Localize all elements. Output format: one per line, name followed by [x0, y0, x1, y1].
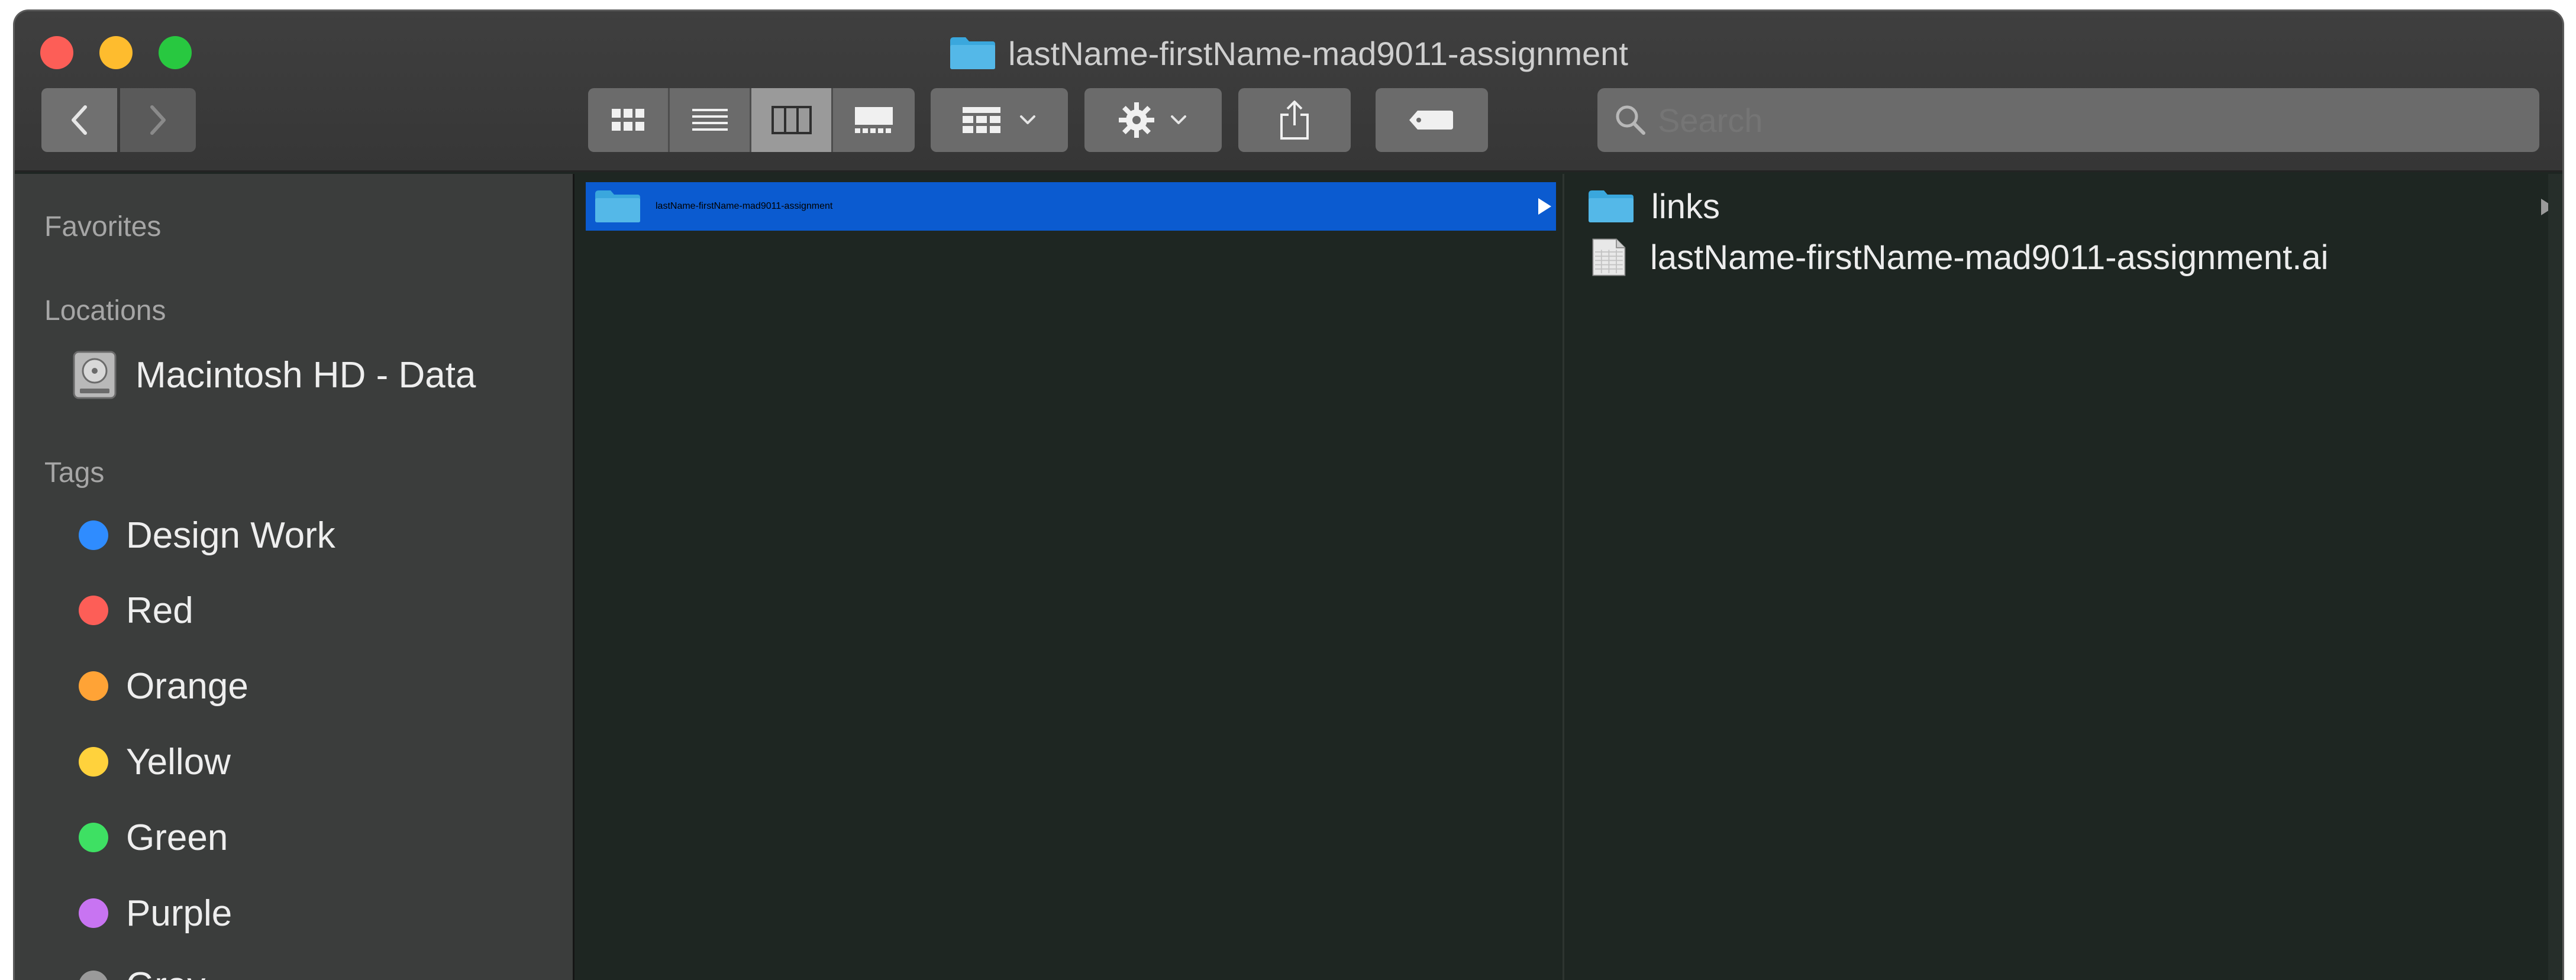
- sidebar: Favorites Locations Macintosh HD - Data …: [15, 174, 574, 980]
- sidebar-tag-orange[interactable]: Orange: [15, 656, 574, 716]
- gallery-view-button[interactable]: [833, 88, 915, 152]
- document-icon: [1592, 238, 1626, 276]
- sidebar-item-label: Design Work: [126, 515, 335, 556]
- tag-color-dot: [79, 971, 108, 980]
- sidebar-item-label: Green: [126, 817, 228, 858]
- view-mode-segmented-control: [587, 88, 915, 152]
- folder-icon: [595, 190, 640, 222]
- favorites-header: Favorites: [44, 211, 162, 242]
- list-view-button[interactable]: [670, 88, 751, 152]
- item-name: links: [1651, 187, 1720, 226]
- hard-disk-icon: [73, 351, 117, 399]
- search-icon: [1616, 105, 1645, 135]
- list-item-ai-file[interactable]: lastName-firstName-mad9011-assignment.ai: [1576, 233, 2558, 282]
- browser-column-2: links lastName-firstName-mad9011-assignm…: [1566, 174, 2562, 980]
- folder-icon: [949, 36, 996, 70]
- tag-color-dot: [79, 671, 108, 701]
- tag-icon: [1409, 111, 1453, 130]
- edit-tags-button[interactable]: [1376, 88, 1488, 152]
- sidebar-item-label: Purple: [126, 892, 233, 934]
- forward-button[interactable]: [120, 88, 196, 152]
- chevron-down-icon: [1020, 115, 1035, 124]
- sidebar-item-label: Orange: [126, 665, 248, 707]
- sidebar-tag-purple[interactable]: Purple: [15, 884, 574, 943]
- tag-color-dot: [79, 823, 108, 852]
- window-title: lastName-firstName-mad9011-assignment: [1008, 34, 1628, 72]
- tag-color-dot: [79, 520, 108, 550]
- share-button[interactable]: [1238, 88, 1351, 152]
- sidebar-item-label: Yellow: [126, 741, 231, 782]
- vertical-scrollbar[interactable]: [2548, 174, 2562, 980]
- sidebar-tag-yellow[interactable]: Yellow: [15, 732, 574, 791]
- sidebar-item-label: Macintosh HD - Data: [135, 354, 476, 396]
- tag-color-dot: [79, 747, 108, 777]
- locations-header: Locations: [44, 295, 166, 326]
- search-input[interactable]: [1658, 101, 2486, 140]
- back-button[interactable]: [41, 88, 117, 152]
- gallery-view-icon: [855, 107, 893, 133]
- window-title-area: lastName-firstName-mad9011-assignment: [15, 33, 2562, 74]
- chevron-down-icon: [1171, 115, 1186, 124]
- action-menu-button[interactable]: [1084, 88, 1222, 152]
- list-view-icon: [692, 109, 728, 131]
- item-name: lastName-firstName-mad9011-assignment.ai: [1650, 238, 2329, 277]
- browser-column-1: lastName-firstName-mad9011-assignment: [576, 174, 1564, 980]
- sidebar-tag-red[interactable]: Red: [15, 581, 574, 640]
- tags-header: Tags: [44, 457, 105, 489]
- sidebar-tag-design-work[interactable]: Design Work: [15, 506, 574, 565]
- sidebar-item-label: Red: [126, 590, 193, 631]
- title-bar: lastName-firstName-mad9011-assignment: [15, 11, 2562, 172]
- disclosure-arrow-icon: [1538, 198, 1551, 215]
- column-view-icon: [771, 106, 812, 134]
- list-item-links-folder[interactable]: links: [1576, 182, 2558, 231]
- sidebar-item-macintosh-hd[interactable]: Macintosh HD - Data: [15, 345, 574, 405]
- chevron-right-icon: [150, 105, 166, 135]
- sidebar-item-label: Gray: [126, 965, 205, 980]
- group-by-button[interactable]: [931, 88, 1068, 152]
- column-view-button[interactable]: [751, 88, 833, 152]
- sidebar-tag-gray[interactable]: Gray: [15, 956, 574, 980]
- tag-color-dot: [79, 898, 108, 928]
- gear-icon: [1119, 102, 1154, 138]
- finder-window: lastName-firstName-mad9011-assignment Se…: [13, 9, 2564, 980]
- share-icon: [1280, 101, 1309, 140]
- tag-color-dot: [79, 596, 108, 625]
- list-item-assignment-folder[interactable]: lastName-firstName-mad9011-assignment: [586, 182, 1556, 231]
- item-name: lastName-firstName-mad9011-assignment: [656, 201, 833, 211]
- folder-icon: [1589, 190, 1634, 222]
- group-by-icon: [963, 107, 1000, 133]
- sidebar-tag-green[interactable]: Green: [15, 808, 574, 867]
- search-field[interactable]: [1597, 88, 2539, 152]
- chevron-left-icon: [72, 105, 87, 135]
- icon-view-icon: [611, 109, 644, 131]
- icon-view-button[interactable]: [588, 88, 670, 152]
